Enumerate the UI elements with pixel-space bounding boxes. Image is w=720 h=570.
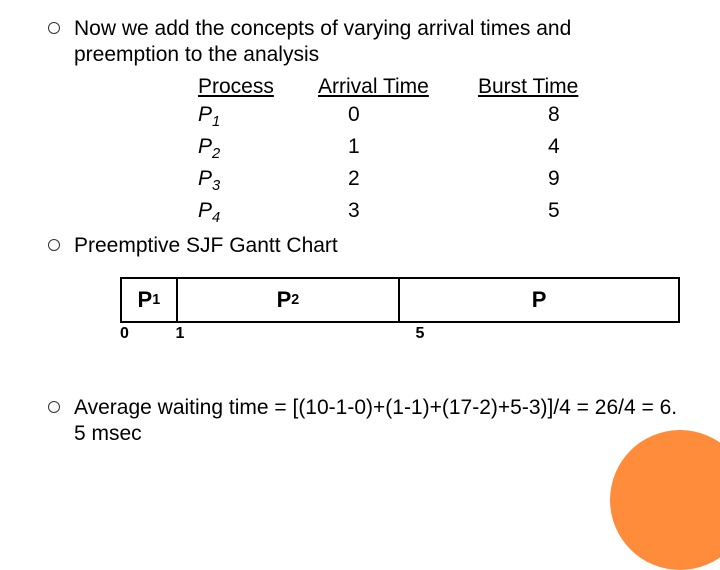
process-table: Process Arrival Time Burst Time P108P214… [198,73,680,229]
bullet-gantt: Preemptive SJF Gantt Chart [48,233,680,259]
header-arrival: Arrival Time [318,73,478,101]
gantt-tick: 0 [120,325,129,343]
cell-arrival: 2 [318,165,478,197]
intro-text: Now we add the concepts of varying arriv… [74,16,680,69]
cell-process: P3 [198,165,318,197]
avg-text: Average waiting time = [(10-1-0)+(1-1)+(… [74,395,680,448]
header-burst: Burst Time [478,73,618,101]
table-row: P108 [198,101,680,133]
table-row: P435 [198,197,680,229]
bullet-icon [48,239,60,251]
table-row: P214 [198,133,680,165]
gantt-ticks: 0 1 5 [120,325,680,345]
gantt-tick: 5 [416,325,425,343]
gantt-segment: P [400,279,678,321]
gantt-bars: P1P2P [120,277,680,323]
gantt-segment: P2 [178,279,400,321]
bullet-icon [48,401,60,413]
slide-content: Now we add the concepts of varying arriv… [0,0,720,448]
cell-burst: 4 [478,133,618,165]
gantt-segment: P1 [122,279,178,321]
cell-burst: 8 [478,101,618,133]
table-row: P329 [198,165,680,197]
table-header-row: Process Arrival Time Burst Time [198,73,680,101]
bullet-intro: Now we add the concepts of varying arriv… [48,16,680,69]
cell-arrival: 0 [318,101,478,133]
cell-process: P2 [198,133,318,165]
cell-burst: 9 [478,165,618,197]
cell-process: P4 [198,197,318,229]
bullet-avg: Average waiting time = [(10-1-0)+(1-1)+(… [48,395,680,448]
header-process: Process [198,73,318,101]
cell-process: P1 [198,101,318,133]
cell-arrival: 3 [318,197,478,229]
cell-arrival: 1 [318,133,478,165]
cell-burst: 5 [478,197,618,229]
gantt-tick: 1 [176,325,185,343]
gantt-chart: P1P2P 0 1 5 [120,277,680,345]
gantt-label-text: Preemptive SJF Gantt Chart [74,233,338,259]
bullet-icon [48,22,60,34]
